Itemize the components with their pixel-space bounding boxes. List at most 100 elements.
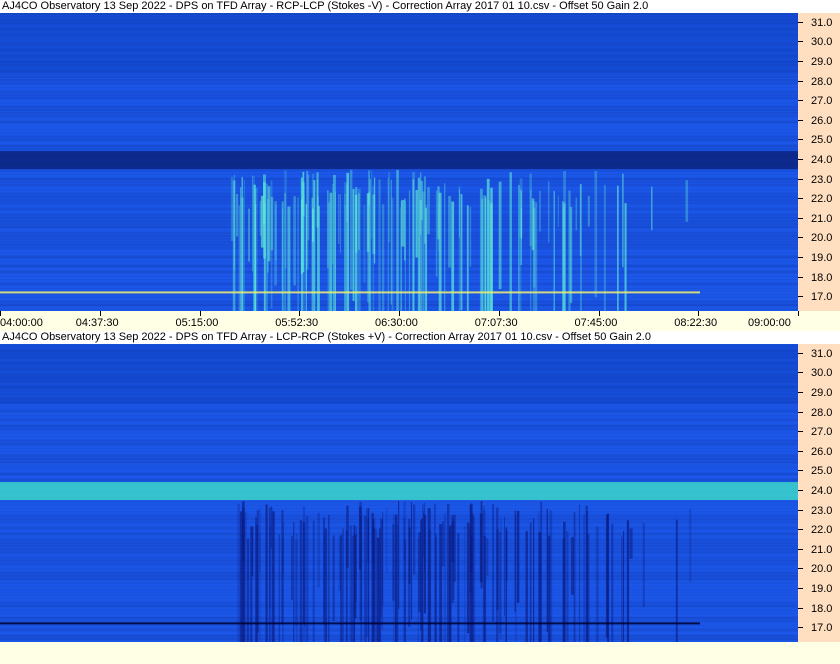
spectrogram-stripe [0,464,798,466]
spectrogram-stripe [0,476,798,478]
spectrogram-burst [373,518,376,626]
spectrogram-burst [642,523,645,607]
spectrogram-burst [363,204,366,283]
spectrogram-burst [481,198,483,311]
spectrogram-burst [448,196,452,268]
spectrogram-burst [404,539,406,642]
frequency-tick: 29.0 [798,386,840,400]
spectrogram-stripe [0,118,798,120]
spectrogram-stripe [0,446,798,448]
spectrogram-burst [369,178,372,311]
spectrogram-stripe [0,88,798,90]
top-spectrogram[interactable] [0,13,798,311]
frequency-label: 31.0 [811,16,833,29]
spectrogram-stripe [0,422,798,424]
spectrogram-stripe [0,82,798,84]
frequency-label: 28.0 [811,75,833,88]
frequency-tick: 21.0 [798,212,840,226]
spectrogram-stripe [0,91,798,93]
frequency-tick-mark [798,198,803,200]
spectrogram-stripe [0,416,798,418]
spectrogram-stripe [0,271,798,273]
spectrogram-stripe [0,407,798,409]
spectrogram-burst [457,533,460,642]
spectrogram-burst [235,194,239,237]
spectrogram-burst [270,506,272,549]
spectrogram-stripe [0,286,798,288]
spectrogram-stripe [0,431,798,433]
top-frequency-axis: 31.0 30.0 29.0 28.0 27.0 26.0 25.0 24.0 23.0 22.0… [798,13,840,311]
spectrogram-stripe [0,247,798,249]
spectrogram-burst [425,207,427,311]
spectrogram-burst [449,525,452,642]
spectrogram-burst [270,196,274,251]
spectrogram-burst [586,533,590,642]
spectrogram-burst [548,181,550,243]
spectrogram-stripe [0,73,798,75]
spectrogram-burst [265,504,268,642]
time-axis: 04:00:00 04:37:30 05:15:00 05:52:30 06:30:00… [0,311,840,331]
time-tick-mark [0,311,1,316]
bottom-spectrogram[interactable] [0,344,798,642]
spectrogram-stripe [0,202,798,204]
spectrogram-burst [252,175,254,272]
spectrogram-stripe [0,181,798,183]
frequency-tick: 20.0 [798,562,840,576]
spectrogram-burst [486,538,489,576]
spectrogram-interference-line [0,622,700,625]
spectrogram-stripe [0,85,798,87]
spectrogram-burst [566,531,569,642]
frequency-label: 24.0 [811,485,833,498]
spectrogram-burst [482,506,485,642]
frequency-tick: 27.0 [798,94,840,108]
spectrogram-stripe [0,106,798,108]
spectrogram-burst [352,189,355,301]
spectrogram-burst [578,504,581,642]
spectrogram-stripe [0,470,798,472]
frequency-label: 18.0 [811,271,833,284]
spectrogram-stripe [0,124,798,126]
frequency-label: 26.0 [811,445,833,458]
time-tick-mark [99,311,101,316]
frequency-tick: 17.0 [798,621,840,635]
spectrogram-burst [415,190,418,258]
spectrogram-burst [250,526,253,642]
spectrogram-burst [247,538,250,642]
spectrogram-burst [287,206,291,311]
spectrogram-burst [435,537,438,642]
frequency-tick: 25.0 [798,133,840,147]
spectrogram-stripe [0,232,798,234]
spectrogram-burst [418,532,421,612]
time-label: 07:07:30 [474,317,518,329]
spectrogram-stripe [0,256,798,258]
frequency-tick: 19.0 [798,582,840,596]
spectrogram-stripe [0,79,798,81]
spectrogram-stripe [0,443,798,445]
spectrogram-stripe [0,148,798,150]
spectrogram-stripe [0,244,798,246]
frequency-tick-mark [798,21,803,23]
time-label: 07:45:00 [574,317,618,329]
spectrogram-stripe [0,139,798,141]
spectrogram-band [0,151,798,170]
frequency-tick-mark [798,509,803,511]
spectrogram-stripe [0,115,798,117]
spectrogram-stripe [0,280,798,282]
bottom-strip [0,642,840,664]
frequency-tick-mark [798,411,803,413]
spectrogram-interference-line [0,291,700,294]
frequency-tick-mark [798,450,803,452]
spectrogram-stripe [0,235,798,237]
spectrogram-burst [353,525,356,642]
frequency-tick-mark [798,119,803,121]
spectrogram-burst [621,536,623,642]
spectrogram-burst [435,190,438,277]
spectrogram-burst [282,522,284,575]
spectrogram-burst [408,527,411,584]
spectrogram-burst [230,177,234,242]
spectrogram-burst [382,204,385,311]
frequency-tick: 25.0 [798,464,840,478]
frequency-label: 23.0 [811,173,833,186]
spectrogram-burst [284,170,287,269]
spectrogram-stripe [0,217,798,219]
